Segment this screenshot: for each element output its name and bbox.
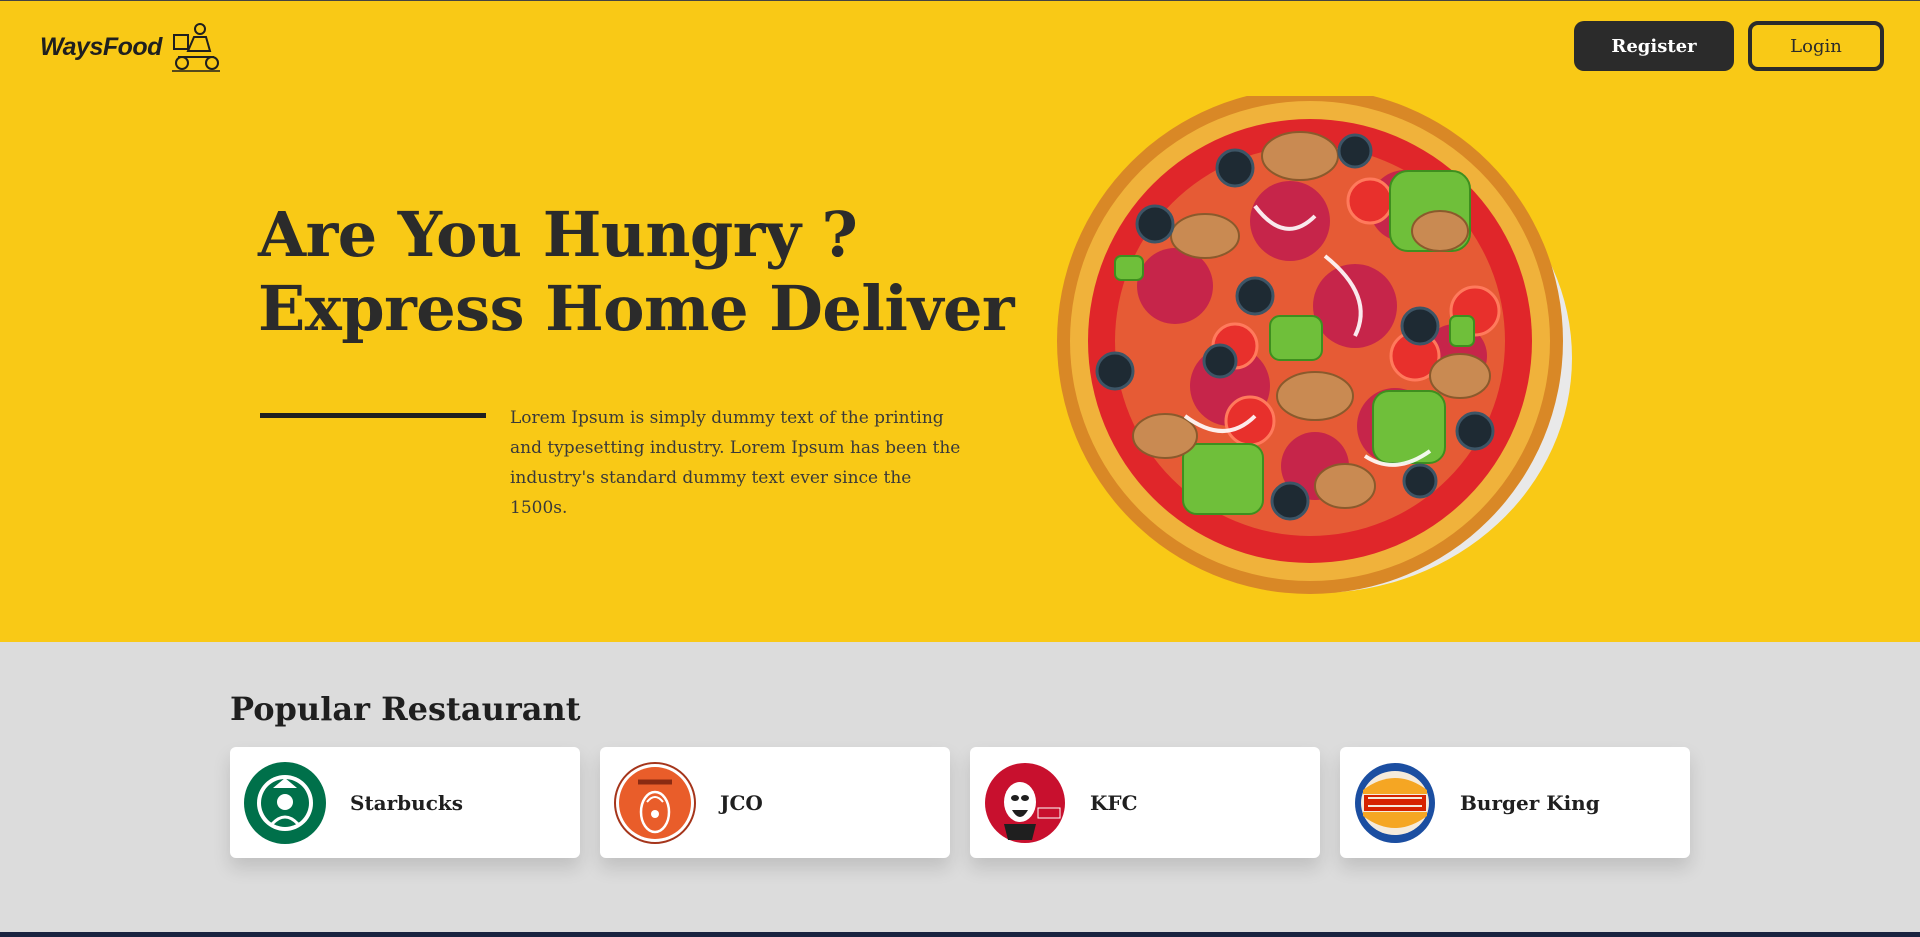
hero-description: Lorem Ipsum is simply dummy text of the … bbox=[510, 408, 961, 518]
brand-logo[interactable]: WaysFood bbox=[40, 21, 224, 73]
restaurant-card-burger-king[interactable]: Burger King bbox=[1340, 747, 1690, 858]
brand-name: WaysFood bbox=[40, 32, 162, 61]
restaurant-card-kfc[interactable]: KFC bbox=[970, 747, 1320, 858]
delivery-scooter-icon bbox=[171, 23, 220, 72]
jco-logo bbox=[614, 761, 696, 844]
hero-headline: Are You Hungry ? Express Home Deliver bbox=[258, 198, 1015, 346]
restaurant-name: Starbucks bbox=[350, 790, 463, 815]
restaurant-name: KFC bbox=[1090, 790, 1138, 815]
headline-line-1: Are You Hungry ? bbox=[258, 198, 858, 271]
pizza-illustration bbox=[1057, 96, 1572, 594]
headline-line-2: Express Home Deliver bbox=[258, 272, 1015, 345]
register-button[interactable]: Register bbox=[1574, 21, 1734, 71]
starbucks-logo bbox=[244, 761, 326, 844]
burger-king-logo bbox=[1354, 762, 1436, 844]
login-button[interactable]: Login bbox=[1748, 21, 1884, 71]
hero-section: WaysFood Register Login Are You Hungry ?… bbox=[0, 1, 1920, 642]
restaurant-name: JCO bbox=[720, 790, 763, 815]
restaurant-list: Starbucks JCO KFC Burger King bbox=[230, 747, 1690, 858]
restaurant-name: Burger King bbox=[1460, 790, 1600, 815]
hero-divider bbox=[260, 413, 486, 418]
kfc-logo bbox=[984, 762, 1066, 844]
restaurant-card-starbucks[interactable]: Starbucks bbox=[230, 747, 580, 858]
restaurant-card-jco[interactable]: JCO bbox=[600, 747, 950, 858]
popular-restaurant-title: Popular Restaurant bbox=[230, 690, 581, 728]
footer-edge bbox=[0, 932, 1920, 937]
